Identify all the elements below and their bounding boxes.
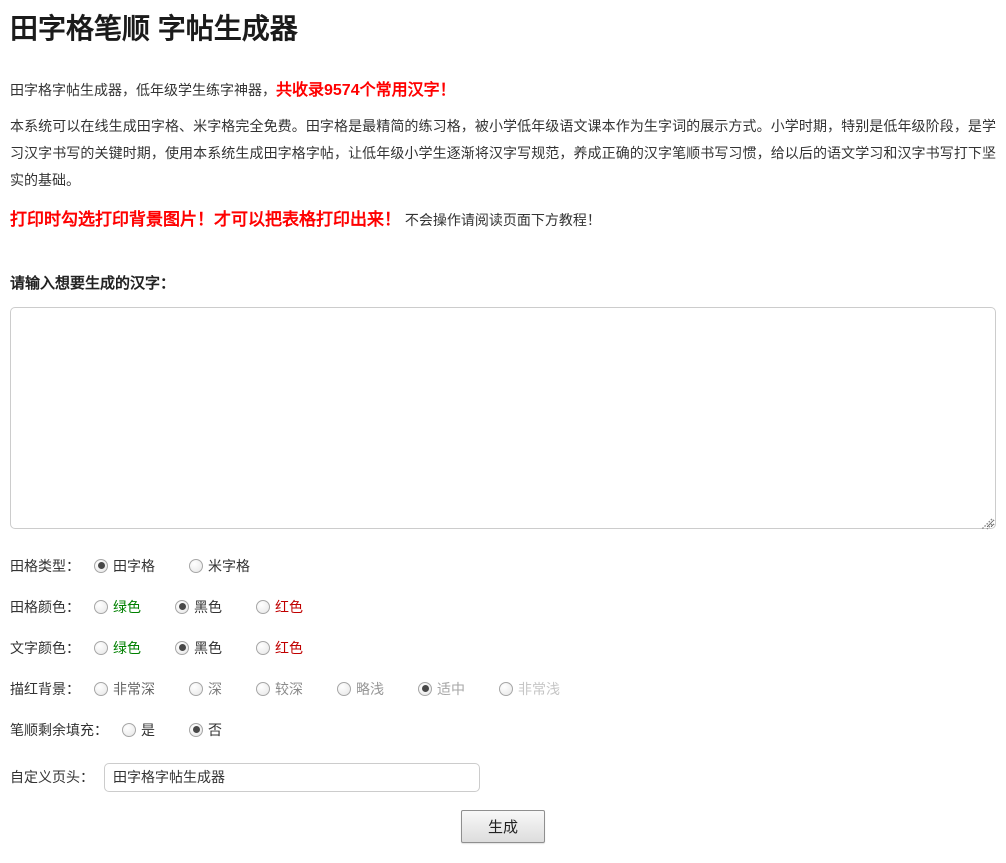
row-label-grid-type: 田格类型： xyxy=(10,557,80,574)
radio-option-stroke-remaining-fill-0[interactable]: 是 xyxy=(122,720,155,740)
radio-option-text-color-0[interactable]: 绿色 xyxy=(94,638,141,658)
radio-option-label: 黑色 xyxy=(194,598,222,615)
row-label-stroke-remaining-fill: 笔顺剩余填充： xyxy=(10,721,108,738)
radio-option-label: 绿色 xyxy=(113,639,141,656)
radio-icon[interactable] xyxy=(337,681,351,696)
radio-option-label: 非常浅 xyxy=(518,680,560,697)
print-warning-highlight: 打印时勾选打印背景图片！才可以把表格打印出来！ xyxy=(10,209,401,229)
generate-button[interactable]: 生成 xyxy=(460,809,545,843)
radio-icon[interactable] xyxy=(94,681,108,696)
option-row-trace-background: 描红背景： 非常深 深 较深 略浅 适中 非常浅 xyxy=(10,680,996,698)
option-row-grid-type: 田格类型： 田字格 米字格 xyxy=(10,557,996,575)
radio-option-label: 是 xyxy=(141,721,155,738)
radio-option-grid-type-1[interactable]: 米字格 xyxy=(189,556,250,576)
option-rows: 田格类型： 田字格 米字格 田格颜色： 绿色 黑色 红色 文字颜色： 绿色 黑色 红色 描红背景： 非常… xyxy=(10,557,996,739)
radio-option-label: 非常深 xyxy=(113,680,155,697)
radio-option-grid-color-0[interactable]: 绿色 xyxy=(94,597,141,617)
radio-option-label: 红色 xyxy=(275,639,303,656)
radio-icon[interactable] xyxy=(122,722,136,737)
button-row: 生成 xyxy=(10,809,996,843)
radio-option-label: 红色 xyxy=(275,598,303,615)
radio-option-grid-type-0[interactable]: 田字格 xyxy=(94,556,155,576)
radio-selected-icon[interactable] xyxy=(418,681,432,696)
hanzi-input-heading: 请输入想要生成的汉字： xyxy=(10,274,176,292)
custom-header-label: 自定义页头： xyxy=(10,769,94,786)
radio-icon[interactable] xyxy=(94,599,108,614)
radio-icon[interactable] xyxy=(256,640,270,655)
radio-option-text-color-1[interactable]: 黑色 xyxy=(175,638,222,658)
page-title: 田字格笔顺 字帖生成器 xyxy=(10,13,298,44)
radio-option-trace-background-5[interactable]: 非常浅 xyxy=(499,679,560,699)
radio-option-label: 绿色 xyxy=(113,598,141,615)
row-label-text-color: 文字颜色： xyxy=(10,639,80,656)
radio-option-label: 略浅 xyxy=(356,680,384,697)
radio-option-trace-background-3[interactable]: 略浅 xyxy=(337,679,384,699)
option-row-grid-color: 田格颜色： 绿色 黑色 红色 xyxy=(10,598,996,616)
radio-icon[interactable] xyxy=(256,599,270,614)
print-warning-line: 打印时勾选打印背景图片！才可以把表格打印出来！ 不会操作请阅读页面下方教程！ xyxy=(10,208,996,232)
copybook-generator-page: 田字格笔顺 字帖生成器 田字格字帖生成器，低年级学生练字神器，共收录9574个常… xyxy=(0,0,1006,863)
radio-selected-icon[interactable] xyxy=(175,640,189,655)
radio-option-grid-color-1[interactable]: 黑色 xyxy=(175,597,222,617)
option-row-text-color: 文字颜色： 绿色 黑色 红色 xyxy=(10,639,996,657)
radio-icon[interactable] xyxy=(256,681,270,696)
radio-option-text-color-2[interactable]: 红色 xyxy=(256,638,303,658)
radio-option-label: 较深 xyxy=(275,680,303,697)
radio-option-label: 米字格 xyxy=(208,557,250,574)
radio-option-label: 适中 xyxy=(437,680,465,697)
radio-icon[interactable] xyxy=(189,681,203,696)
radio-selected-icon[interactable] xyxy=(94,558,108,573)
radio-option-trace-background-1[interactable]: 深 xyxy=(189,679,222,699)
radio-icon[interactable] xyxy=(499,681,513,696)
intro-line: 田字格字帖生成器，低年级学生练字神器，共收录9574个常用汉字！ xyxy=(10,80,996,101)
print-warning-note: 不会操作请阅读页面下方教程！ xyxy=(404,211,601,228)
row-label-grid-color: 田格颜色： xyxy=(10,598,80,615)
radio-option-trace-background-0[interactable]: 非常深 xyxy=(94,679,155,699)
intro-description: 本系统可以在线生成田字格、米字格完全免费。田字格是最精简的练习格，被小学低年级语… xyxy=(10,117,996,188)
radio-icon[interactable] xyxy=(94,640,108,655)
row-label-trace-background: 描红背景： xyxy=(10,680,80,697)
option-row-stroke-remaining-fill: 笔顺剩余填充： 是 否 xyxy=(10,721,996,739)
custom-header-input[interactable] xyxy=(104,762,480,792)
intro-line-text: 田字格字帖生成器，低年级学生练字神器， xyxy=(10,81,276,98)
radio-option-trace-background-4[interactable]: 适中 xyxy=(418,679,465,699)
radio-option-stroke-remaining-fill-1[interactable]: 否 xyxy=(189,720,222,740)
radio-option-label: 否 xyxy=(208,721,222,738)
radio-selected-icon[interactable] xyxy=(175,599,189,614)
custom-header-row: 自定义页头： xyxy=(10,762,996,792)
radio-selected-icon[interactable] xyxy=(189,722,203,737)
hanzi-textarea-wrap xyxy=(10,306,996,534)
radio-option-label: 黑色 xyxy=(194,639,222,656)
radio-option-grid-color-2[interactable]: 红色 xyxy=(256,597,303,617)
radio-icon[interactable] xyxy=(189,558,203,573)
radio-option-trace-background-2[interactable]: 较深 xyxy=(256,679,303,699)
intro-line-highlight: 共收录9574个常用汉字！ xyxy=(276,81,456,99)
hanzi-textarea[interactable] xyxy=(10,306,996,529)
radio-option-label: 深 xyxy=(208,680,222,697)
radio-option-label: 田字格 xyxy=(113,557,155,574)
